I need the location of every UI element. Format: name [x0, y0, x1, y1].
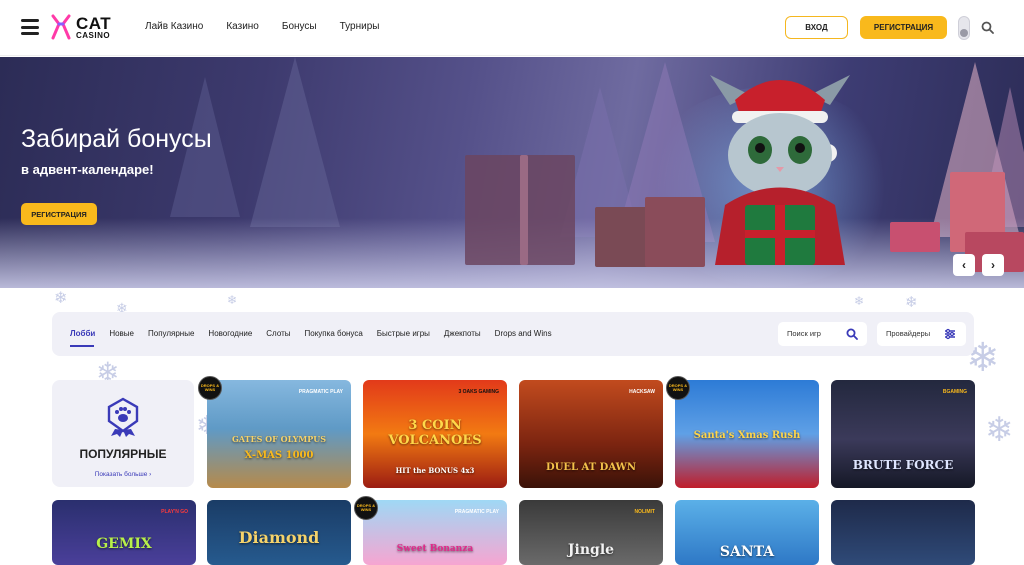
- logo-subtitle: CASINO: [76, 30, 111, 40]
- site-header: CAT CASINO Лайв Казино Казино Бонусы Тур…: [0, 0, 1024, 56]
- game-tile-3-coin-volcanoes[interactable]: 3 OAKS GAMING 3 COIN VOLCANOES HIT the B…: [363, 380, 507, 488]
- tab-jackpots[interactable]: Джекпоты: [444, 329, 481, 338]
- game-provider: 3 OAKS GAMING: [458, 389, 499, 395]
- tab-bonus-buy[interactable]: Покупка бонуса: [305, 329, 363, 338]
- game-subtitle: X-MAS 1000: [244, 450, 314, 461]
- register-button[interactable]: РЕГИСТРАЦИЯ: [860, 16, 947, 39]
- game-title: Santa's Xmas Rush: [693, 430, 801, 441]
- search-icon[interactable]: [981, 21, 994, 34]
- login-button[interactable]: ВХОД: [785, 16, 848, 39]
- gift-box: [520, 155, 528, 265]
- nav-tournaments[interactable]: Турниры: [340, 21, 380, 32]
- drops-wins-badge: DROPS & WINS: [354, 496, 378, 520]
- hero-next-button[interactable]: ›: [982, 254, 1004, 276]
- game-provider: NOLIMIT: [634, 509, 655, 515]
- popular-title: ПОПУЛЯРНЫЕ: [79, 447, 167, 461]
- game-tile-cat-adventure[interactable]: [831, 500, 975, 565]
- logo-title: CAT: [76, 13, 112, 33]
- search-placeholder: Поиск игр: [787, 329, 821, 338]
- game-title: 3 COIN VOLCANOES: [388, 418, 482, 448]
- providers-label: Провайдеры: [886, 329, 931, 338]
- game-tile-diamond[interactable]: Diamond: [207, 500, 351, 565]
- game-tile-brute-force[interactable]: BGAMING BRUTE FORCE: [831, 380, 975, 488]
- hero-banner: Забирай бонусы в адвент-календаре! РЕГИС…: [0, 57, 1024, 288]
- menu-icon[interactable]: [21, 19, 39, 35]
- tab-popular[interactable]: Популярные: [148, 329, 194, 338]
- tree-decoration: [250, 57, 340, 227]
- lobby-tabs-bar: Лобби Новые Популярные Новогодние Слоты …: [52, 312, 974, 356]
- cat-santa-illustration: [710, 75, 850, 265]
- tab-fast-games[interactable]: Быстрые игры: [377, 329, 430, 338]
- snowflake-icon: ❄: [854, 294, 865, 308]
- tab-drops-and-wins[interactable]: Drops and Wins: [495, 329, 552, 338]
- game-tile-santas-xmas-rush[interactable]: Santa's Xmas Rush: [675, 380, 819, 488]
- game-title: Jingle: [567, 542, 615, 558]
- game-tile-gemix[interactable]: PLAY'N GO GEMIX: [52, 500, 196, 565]
- nav-casino[interactable]: Казино: [226, 21, 259, 32]
- game-tile-sweet-bonanza[interactable]: PRAGMATIC PLAY Sweet Bonanza: [363, 500, 507, 565]
- game-title: SANTA: [719, 544, 775, 560]
- game-provider: PRAGMATIC PLAY: [454, 509, 499, 515]
- gift-box: [890, 222, 940, 252]
- snowflake-icon: ❄: [985, 411, 1014, 449]
- providers-filter-button[interactable]: Провайдеры: [877, 322, 966, 346]
- drops-wins-badge: DROPS & WINS: [666, 376, 690, 400]
- active-tab-indicator: [70, 345, 94, 347]
- hero-title: Забирай бонусы: [21, 125, 212, 153]
- game-provider: PLAY'N GO: [161, 509, 188, 515]
- tab-lobby[interactable]: Лобби: [70, 329, 95, 338]
- show-more-link[interactable]: Показать больше ›: [52, 471, 194, 478]
- drops-wins-badge: DROPS & WINS: [198, 376, 222, 400]
- hero-subtitle: в адвент-календаре!: [21, 162, 154, 177]
- game-title: GATES OF OLYMPUS: [231, 434, 327, 444]
- game-tile-gates-of-olympus[interactable]: PRAGMATIC PLAY GATES OF OLYMPUS X-MAS 10…: [207, 380, 351, 488]
- game-tile-santa[interactable]: SANTA: [675, 500, 819, 565]
- tab-new-year[interactable]: Новогодние: [208, 329, 252, 338]
- logo[interactable]: CAT CASINO: [50, 14, 111, 40]
- tab-slots[interactable]: Слоты: [266, 329, 290, 338]
- hero-prev-button[interactable]: ‹: [953, 254, 975, 276]
- snowflake-icon: ❄: [227, 293, 238, 307]
- game-title: GEMIX: [96, 536, 152, 552]
- nav-bonuses[interactable]: Бонусы: [282, 21, 317, 32]
- game-title: BRUTE FORCE: [852, 458, 954, 472]
- game-provider: BGAMING: [942, 389, 967, 395]
- game-provider: PRAGMATIC PLAY: [298, 389, 343, 395]
- game-provider: HACKSAW: [629, 389, 655, 395]
- game-tile-duel-at-dawn[interactable]: HACKSAW DUEL AT DAWN: [519, 380, 663, 488]
- nav-live-casino[interactable]: Лайв Казино: [145, 21, 203, 32]
- game-title: Sweet Bonanza: [396, 544, 474, 554]
- game-title: DUEL AT DAWN: [546, 462, 636, 473]
- filter-sliders-icon: [945, 328, 955, 340]
- paw-badge-icon: [107, 397, 139, 437]
- popular-category-card[interactable]: ПОПУЛЯРНЫЕ Показать больше ›: [52, 380, 194, 487]
- search-icon: [846, 328, 858, 340]
- snowflake-icon: ❄: [54, 290, 68, 307]
- game-title: Diamond: [238, 528, 320, 547]
- tab-new[interactable]: Новые: [109, 329, 134, 338]
- gift-box: [645, 197, 705, 267]
- main-nav: Лайв Казино Казино Бонусы Турниры: [145, 21, 379, 32]
- hero-register-button[interactable]: РЕГИСТРАЦИЯ: [21, 203, 97, 225]
- game-tile-jingle[interactable]: NOLIMIT Jingle: [519, 500, 663, 565]
- snowflake-icon: ❄: [905, 294, 918, 311]
- cat-logo-icon: [51, 14, 71, 40]
- theme-toggle[interactable]: [958, 16, 970, 40]
- game-search-input[interactable]: Поиск игр: [778, 322, 867, 346]
- game-subtitle: HIT the BONUS 4x3: [395, 466, 475, 475]
- lobby-tabs: Лобби Новые Популярные Новогодние Слоты …: [70, 329, 552, 338]
